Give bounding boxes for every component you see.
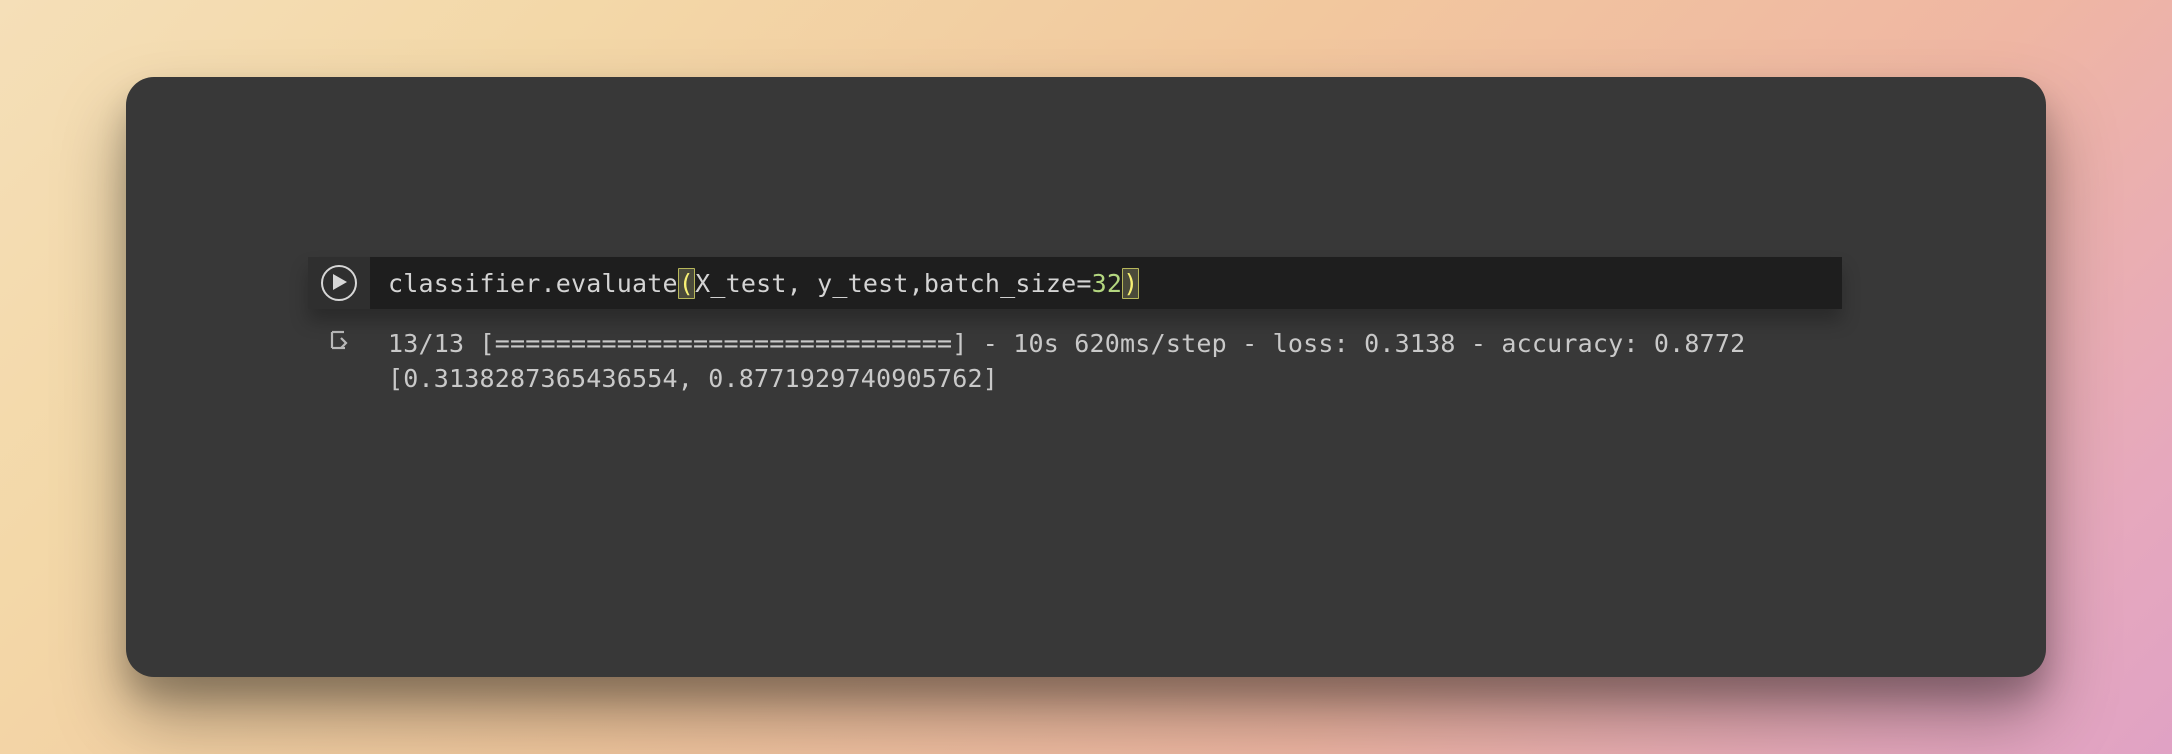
code-token-arg1: X_test — [695, 269, 787, 298]
code-line: classifier.evaluate(X_test, y_test,batch… — [388, 269, 1139, 298]
code-token-open-paren: ( — [678, 268, 695, 299]
code-token-sep1: , — [787, 269, 818, 298]
code-token-object: classifier — [388, 269, 541, 298]
output-arrow-icon — [327, 329, 351, 357]
code-token-kwval: 32 — [1092, 269, 1123, 298]
output-gutter — [310, 327, 368, 357]
output-text: 13/13 [==============================] -… — [368, 327, 1842, 396]
code-token-sep2: , — [909, 269, 924, 298]
code-token-close-paren: ) — [1122, 268, 1139, 299]
code-cell: classifier.evaluate(X_test, y_test,batch… — [308, 257, 1842, 396]
run-cell-button[interactable] — [321, 265, 357, 301]
code-token-call: evaluate — [556, 269, 678, 298]
code-token-dot: . — [541, 269, 556, 298]
output-row: 13/13 [==============================] -… — [308, 327, 1842, 396]
code-editor[interactable]: classifier.evaluate(X_test, y_test,batch… — [370, 257, 1842, 309]
notebook-panel: classifier.evaluate(X_test, y_test,batch… — [126, 77, 2046, 677]
code-row: classifier.evaluate(X_test, y_test,batch… — [308, 257, 1842, 309]
play-icon — [331, 274, 347, 293]
code-token-kwarg: batch_size — [924, 269, 1077, 298]
code-token-arg2: y_test — [817, 269, 909, 298]
output-line-1: 13/13 [==============================] -… — [388, 329, 1745, 358]
run-gutter — [308, 257, 370, 309]
code-token-eq: = — [1076, 269, 1091, 298]
output-line-2: [0.3138287365436554, 0.8771929740905762] — [388, 364, 998, 393]
